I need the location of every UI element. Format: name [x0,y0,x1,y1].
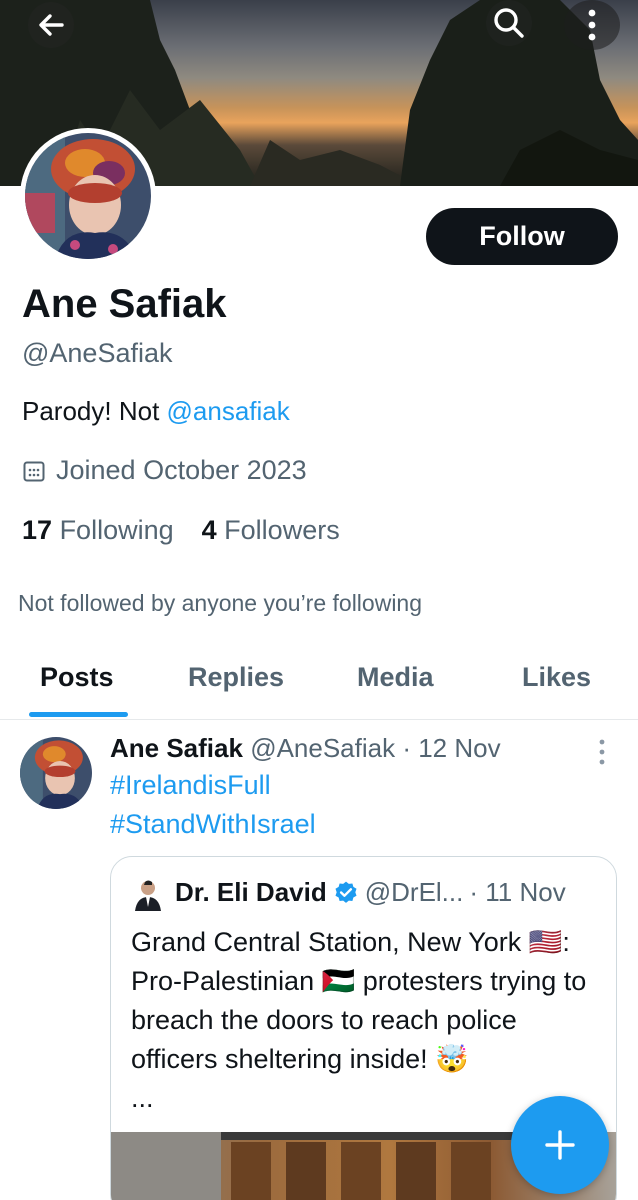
back-arrow-icon [39,14,64,36]
quoted-ellipsis: ... [131,1083,154,1113]
avatar-image [20,737,92,809]
compose-button[interactable] [511,1096,609,1194]
joined-date: Joined October 2023 [22,455,307,486]
post-time[interactable]: · 12 Nov [402,733,500,763]
post-more-button[interactable] [590,737,614,767]
profile-name: Ane Safiak [22,282,227,326]
profile-avatar[interactable] [20,128,156,264]
post-author[interactable]: Ane Safiak [110,733,243,763]
quoted-handle[interactable]: @DrEl... [365,877,464,908]
followers-link[interactable]: 4 Followers [202,515,340,546]
followers-label: Followers [224,515,340,545]
calendar-icon [23,461,45,481]
active-tab-indicator [29,712,128,717]
profile-bio: Parody! Not @ansafiak [22,396,290,427]
following-label: Following [59,515,174,545]
quoted-time[interactable]: · 11 Nov [469,877,565,908]
tab-likes[interactable]: Likes [522,662,591,693]
profile-tabs: Posts Replies Media Likes [0,650,638,720]
following-count: 17 [22,515,53,545]
search-icon [494,8,524,38]
post-header: Ane Safiak @AneSafiak · 12 Nov [110,733,501,764]
verified-badge-icon [335,881,357,903]
follow-button[interactable]: Follow [426,208,618,265]
search-button[interactable] [486,0,532,46]
tab-media[interactable]: Media [357,662,434,693]
follow-counts: 17 Following 4 Followers [22,515,340,546]
quoted-body: Grand Central Station, New York 🇺🇸: Pro-… [131,927,587,1074]
hashtag-link[interactable]: #StandWithIsrael [110,809,316,840]
hashtag-link[interactable]: #IrelandisFull [110,770,271,801]
profile-handle: @AneSafiak [22,338,173,368]
quoted-header: Dr. Eli David @DrEl... · 11 Nov [175,877,566,908]
more-vertical-icon [588,9,596,41]
joined-text: Joined October 2023 [56,455,307,485]
back-button[interactable] [28,2,74,48]
avatar-image [25,133,151,259]
followers-count: 4 [201,515,217,545]
tab-posts[interactable]: Posts [40,662,114,693]
quoted-text: Grand Central Station, New York 🇺🇸: Pro-… [131,923,601,1118]
quoted-avatar[interactable] [131,877,165,911]
avatar-image [131,877,165,911]
bio-mention-link[interactable]: @ansafiak [167,396,290,426]
quoted-author[interactable]: Dr. Eli David [175,877,327,908]
more-options-button[interactable] [564,0,620,50]
post-handle[interactable]: @AneSafiak [250,733,395,763]
following-link[interactable]: 17 Following [22,515,174,546]
bio-text: Parody! Not [22,396,167,426]
plus-icon [545,1130,575,1160]
not-followed-notice: Not followed by anyone you’re following [18,590,423,616]
tab-replies[interactable]: Replies [188,662,284,693]
more-vertical-icon [599,739,605,765]
post-avatar[interactable] [20,737,92,809]
